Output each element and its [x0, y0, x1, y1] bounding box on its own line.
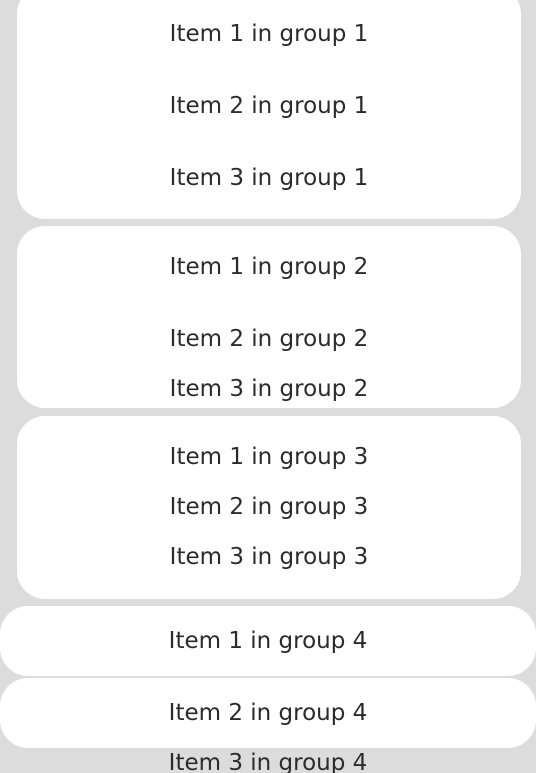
group-card-3: Item 1 in group 3 Item 2 in group 3 Item… — [17, 416, 521, 599]
list-item[interactable]: Item 1 in group 4 — [0, 626, 536, 656]
list-item[interactable]: Item 1 in group 1 — [17, 19, 521, 49]
list-item[interactable]: Item 1 in group 3 — [17, 442, 521, 472]
list-item[interactable]: Item 2 in group 2 — [17, 324, 521, 354]
group-card-2: Item 1 in group 2 Item 2 in group 2 Item… — [17, 226, 521, 408]
list-item[interactable]: Item 3 in group 4 — [0, 748, 536, 773]
list-item[interactable]: Item 2 in group 4 — [0, 698, 536, 728]
list-item[interactable]: Item 2 in group 1 — [17, 91, 521, 121]
list-viewport[interactable]: Item 1 in group 1 Item 2 in group 1 Item… — [0, 0, 536, 773]
list-item[interactable]: Item 2 in group 3 — [17, 492, 521, 522]
list-item[interactable]: Item 3 in group 2 — [17, 374, 521, 404]
group-card-1: Item 1 in group 1 Item 2 in group 1 Item… — [17, 0, 521, 219]
list-item[interactable]: Item 1 in group 2 — [17, 252, 521, 282]
list-item[interactable]: Item 3 in group 3 — [17, 542, 521, 572]
list-item[interactable]: Item 3 in group 1 — [17, 163, 521, 193]
group-card-4-item-1: Item 1 in group 4 — [0, 606, 536, 676]
group-card-4-item-2: Item 2 in group 4 — [0, 678, 536, 748]
